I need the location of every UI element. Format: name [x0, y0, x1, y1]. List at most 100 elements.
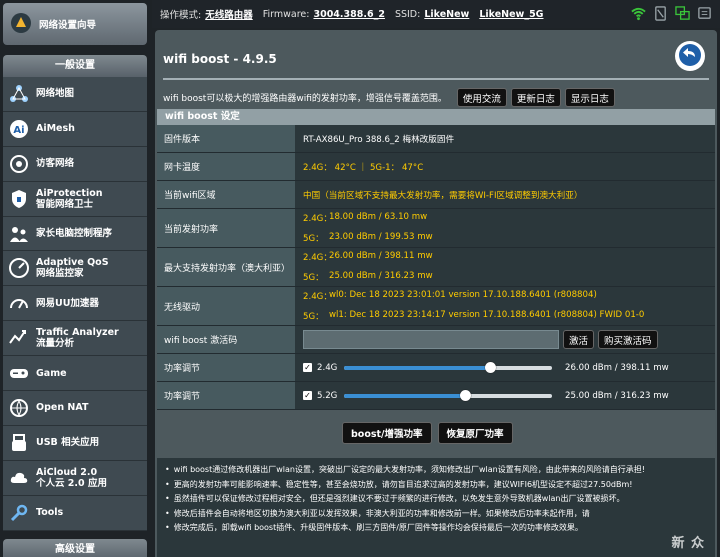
tx-power-24g: 18.00 dBm / 63.10 mw [329, 212, 428, 222]
max-power-24g: 26.00 dBm / 398.11 mw [329, 251, 433, 261]
activation-code-input[interactable] [303, 330, 559, 349]
section-title: wifi boost 设定 [157, 109, 715, 125]
firmware-version-link[interactable]: 3004.388.6_2 [313, 9, 384, 20]
buy-code-button[interactable]: 购买激活码 [598, 330, 658, 349]
sidebar-item-uu-accelerator[interactable]: 网易UU加速器 [3, 286, 147, 322]
row-label: 网卡温度 [157, 153, 295, 180]
sidebar-item-label: Game [36, 367, 67, 379]
sidebar: 网络设置向导 一般设置 网络地图 Ai AiMesh 访客网络 AiProtec… [0, 0, 150, 557]
show-log-button[interactable]: 显示日志 [564, 88, 615, 107]
slider-thumb[interactable] [484, 361, 496, 373]
network-wizard-button[interactable]: 网络设置向导 [3, 3, 147, 45]
slider-fill [344, 393, 465, 398]
page-title: wifi boost - 4.9.5 [163, 52, 277, 66]
gamepad-icon [8, 362, 30, 384]
settings-table: wifi boost 设定 固件版本 RT-AX86U_Pro 388.6_2 … [157, 109, 715, 410]
band-label: 5G： [303, 234, 324, 244]
sidebar-item-label: Tools [36, 507, 64, 519]
row-power-5g: 功率调节 ✓ 5.2G 25.00 dBm / 316.23 mw [157, 382, 715, 410]
sidebar-item-network-map[interactable]: 网络地图 [3, 77, 147, 112]
ssid-5g-link[interactable]: LikeNew_5G [479, 9, 543, 20]
sidebar-item-label: 访客网络 [36, 158, 75, 170]
row-label: wifi boost 激活码 [157, 326, 295, 353]
sidebar-item-label: AiMesh [36, 123, 75, 135]
power-5g-value: 25.00 dBm / 316.23 mw [565, 390, 669, 401]
sidebar-item-parental-control[interactable]: 家长电脑控制程序 [3, 216, 147, 252]
svg-text:Ai: Ai [13, 125, 24, 136]
usb-status-icon[interactable] [653, 6, 668, 21]
watermark: 新 众 [671, 536, 705, 551]
power-24g-value: 26.00 dBm / 398.11 mw [565, 362, 669, 373]
back-button[interactable] [675, 41, 705, 71]
activate-button[interactable]: 激活 [563, 330, 595, 349]
list-item: 虽然插件可以保证修改过程相对安全，但还是强烈建议不要过于频繁的进行修改，以免发生… [165, 492, 715, 507]
band-5g-checkbox[interactable]: ✓ [303, 391, 312, 400]
sidebar-item-usb[interactable]: USB 相关应用 [3, 425, 147, 461]
list-item: 更高的发射功率可能影响速率、稳定性等，甚至会烧功放，请勿盲目追求过高的发射功率，… [165, 478, 715, 493]
band-24g-checkbox[interactable]: ✓ [303, 363, 312, 372]
mode-value-link[interactable]: 无线路由器 [205, 7, 253, 21]
row-wifi-region: 当前wifi区域 中国（当前区域不支持最大发射功率，需要将WI-FI区域调整到澳… [157, 181, 715, 209]
firmware-label: Firmware: [262, 8, 310, 20]
boost-power-button[interactable]: boost/增强功率 [342, 422, 432, 444]
main-panel: wifi boost - 4.9.5 wifi boost可以极大的增强路由器w… [155, 30, 717, 557]
slider-thumb[interactable] [459, 389, 471, 401]
notification-icon[interactable] [697, 6, 712, 21]
ssid-24g-link[interactable]: LikeNew [424, 9, 469, 20]
general-settings-header: 一般设置 [3, 55, 147, 77]
discuss-button[interactable]: 使用交流 [456, 88, 507, 107]
sidebar-item-open-nat[interactable]: Open NAT [3, 391, 147, 426]
slider-fill [344, 365, 490, 370]
wifi-signal-icon[interactable] [631, 6, 646, 21]
wizard-icon [9, 11, 33, 38]
general-settings-menu: 网络地图 Ai AiMesh 访客网络 AiProtection 智能网络卫士 … [3, 77, 147, 531]
restore-power-button[interactable]: 恢复原厂功率 [437, 422, 513, 444]
advanced-settings-header: 高级设置 [3, 539, 147, 557]
list-item: wifi boost通过修改机器出厂wlan设置，突破出厂设定的最大发射功率，须… [165, 463, 715, 478]
row-power-24g: 功率调节 ✓ 2.4G 26.00 dBm / 398.11 mw [157, 354, 715, 382]
aimesh-icon: Ai [8, 118, 30, 140]
changelog-button[interactable]: 更新日志 [510, 88, 561, 107]
ssid-label: SSID: [394, 8, 421, 20]
sidebar-item-game[interactable]: Game [3, 356, 147, 392]
notes-list: wifi boost通过修改机器出厂wlan设置，突破出厂设定的最大发射功率，须… [157, 458, 715, 557]
row-wireless-driver: 无线驱动 2.4G： wl0: Dec 18 2023 23:01:01 vers… [157, 287, 715, 326]
wizard-label: 网络设置向导 [39, 20, 97, 31]
tx-power-5g: 23.00 dBm / 199.53 mw [329, 232, 433, 242]
band-label: 2.4G： [303, 214, 332, 224]
driver-24g: wl0: Dec 18 2023 23:01:01 version 17.10.… [329, 290, 597, 300]
sidebar-item-traffic-analyzer[interactable]: Traffic Analyzer 流量分析 [3, 321, 147, 357]
open-nat-icon [8, 397, 30, 419]
row-label: 当前wifi区域 [157, 181, 295, 208]
sidebar-item-label: AiProtection 智能网络卫士 [36, 187, 103, 210]
qos-icon [8, 257, 30, 279]
driver-5g: wl1: Dec 18 2023 23:14:17 version 17.10.… [329, 310, 645, 320]
shield-icon [8, 188, 30, 210]
wrench-icon [8, 502, 30, 524]
power-24g-slider[interactable] [344, 361, 552, 373]
cloud-icon [8, 467, 30, 489]
network-status-icon[interactable] [675, 6, 690, 21]
row-activation: wifi boost 激活码 激活 购买激活码 [157, 326, 715, 354]
firmware-version-value: RT-AX86U_Pro 388.6_2 梅林改版固件 [303, 134, 455, 145]
intro-text: wifi boost可以极大的增强路由器wifi的发射功率，增强信号覆盖范围。 [163, 94, 447, 104]
sidebar-item-label: 网易UU加速器 [36, 297, 99, 309]
list-item: 修改完成后，卸载wifi boost插件、升级固件版本、刷三方固件/原厂固件等操… [165, 521, 715, 536]
speedometer-icon [8, 292, 30, 314]
band-label: 2.4G： [303, 253, 332, 263]
sidebar-item-aimesh[interactable]: Ai AiMesh [3, 111, 147, 147]
status-bar: 操作模式: 无线路由器 Firmware: 3004.388.6_2 SSID:… [152, 0, 720, 28]
action-bar: boost/增强功率 恢复原厂功率 [342, 422, 513, 444]
list-item: 修改后插件会自动将地区切换为澳大利亚以发挥效果，非澳大利亚的功率和修改前一样。如… [165, 507, 715, 522]
row-label: 功率调节 [157, 354, 295, 381]
row-label: 固件版本 [157, 125, 295, 152]
network-map-icon [8, 83, 30, 105]
sidebar-item-guest-network[interactable]: 访客网络 [3, 146, 147, 182]
power-5g-slider[interactable] [344, 389, 552, 401]
sidebar-item-label: Traffic Analyzer 流量分析 [36, 327, 119, 350]
sidebar-item-aicloud[interactable]: AiCloud 2.0 个人云 2.0 应用 [3, 460, 147, 496]
sidebar-item-adaptive-qos[interactable]: Adaptive QoS 网络监控家 [3, 251, 147, 287]
sidebar-item-tools[interactable]: Tools [3, 495, 147, 531]
sidebar-item-aiprotection[interactable]: AiProtection 智能网络卫士 [3, 181, 147, 217]
row-tx-power: 当前发射功率 2.4G： 18.00 dBm / 63.10 mw 5G： 23.0… [157, 209, 715, 248]
